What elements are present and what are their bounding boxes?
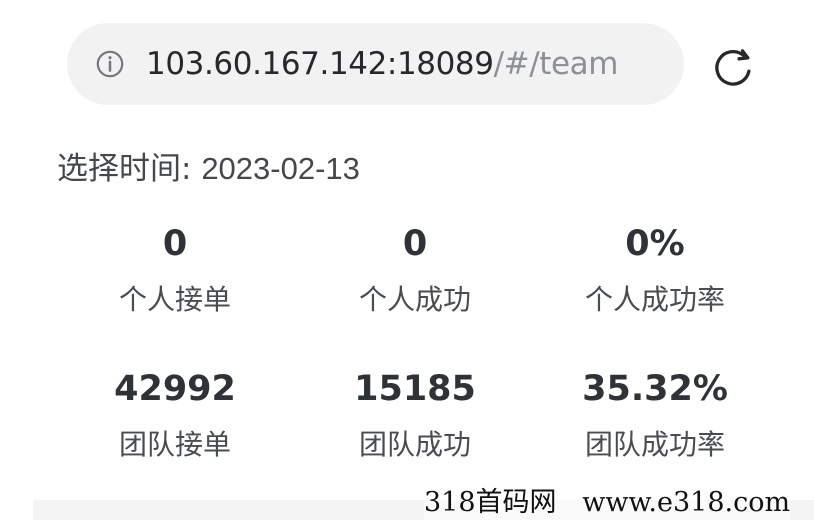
date-label: 选择时间:: [57, 151, 202, 187]
address-url[interactable]: 103.60.167.142:18089/#/team: [146, 42, 618, 86]
address-path: /#/team: [493, 46, 619, 82]
stat-label: 个人接单: [118, 283, 231, 316]
stat-label: 个人成功: [358, 283, 471, 316]
mobile-team-stats-screen: 103.60.167.142:18089/#/team 选择时间: 2023-0…: [0, 0, 814, 520]
stat-value: 0: [162, 224, 188, 264]
stat-personal-orders: 0 个人接单: [55, 220, 295, 321]
stat-team-success: 15185 团队成功: [295, 365, 535, 466]
date-value[interactable]: 2023-02-13: [201, 151, 360, 186]
stat-label: 个人成功率: [584, 283, 725, 316]
stat-team-success-rate: 35.32% 团队成功率: [535, 365, 775, 466]
stat-value: 15185: [354, 369, 476, 409]
date-selector[interactable]: 选择时间: 2023-02-13: [57, 146, 360, 192]
reload-icon[interactable]: [709, 43, 757, 91]
stat-value: 35.32%: [582, 369, 728, 409]
info-icon[interactable]: [96, 50, 124, 78]
stat-value: 0: [402, 224, 428, 264]
stat-personal-success-rate: 0% 个人成功率: [535, 220, 775, 321]
stat-label: 团队接单: [118, 428, 231, 461]
stat-label: 团队成功: [358, 428, 471, 461]
stat-label: 团队成功率: [584, 428, 725, 461]
stat-personal-success: 0 个人成功: [295, 220, 535, 321]
stat-value: 0%: [625, 224, 685, 264]
site-watermark: 318首码网 www.e318.com: [424, 485, 791, 520]
stat-value: 42992: [114, 369, 236, 409]
address-host: 103.60.167.142:18089: [146, 46, 494, 82]
browser-address-bar[interactable]: 103.60.167.142:18089/#/team: [67, 23, 684, 105]
stats-grid: 0 个人接单 0 个人成功 0% 个人成功率 42992 团队接单 15185 …: [55, 220, 775, 480]
stat-team-orders: 42992 团队接单: [55, 365, 295, 466]
